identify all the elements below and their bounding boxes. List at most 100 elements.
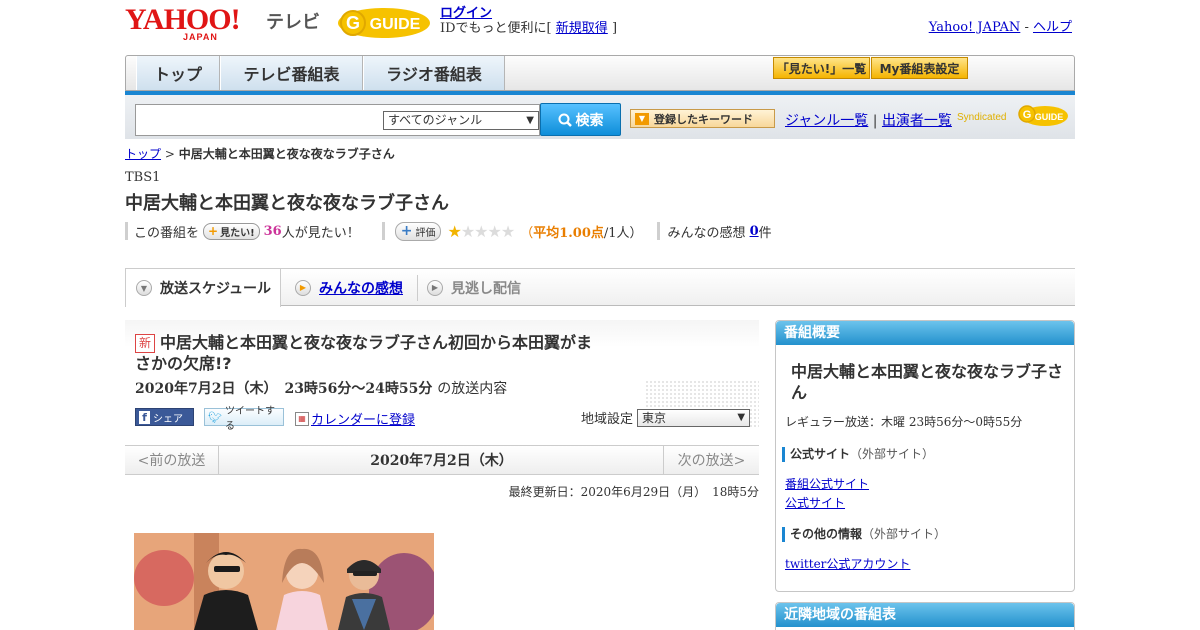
- divider: [125, 222, 128, 240]
- facebook-icon: f: [139, 410, 150, 424]
- main-nav: トップ テレビ番組表 ラジオ番組表 「見たい!」一覧 My番組表設定: [125, 55, 1075, 91]
- next-broadcast-link[interactable]: 次の放送>: [663, 446, 759, 474]
- mitai-prefix: この番組を: [134, 225, 200, 241]
- nearby-schedule-heading: 近隣地域の番組表: [776, 603, 1074, 627]
- mitai-button-label: 見たい!: [220, 227, 255, 239]
- chevron-down-icon: ▼: [635, 112, 649, 125]
- program-info-row: この番組を + 見たい! 36 人が見たい！ + 評価 ★★★★★ （平均1.00点…: [125, 220, 1075, 242]
- tweet-button[interactable]: 🐦︎ ツイートする: [204, 406, 284, 432]
- add-to-calendar-link[interactable]: ▦ カレンダーに登録: [295, 409, 415, 428]
- genre-list-link[interactable]: ジャンル一覧: [785, 113, 868, 129]
- divider: [656, 222, 660, 240]
- regular-broadcast-info: レギュラー放送：木曜 23時56分～0時55分: [785, 415, 1023, 429]
- play-circle-icon: ▶: [427, 279, 443, 296]
- star-icon: ★: [460, 221, 475, 241]
- episode-photo: [134, 533, 434, 630]
- program-official-site-link[interactable]: 番組公式サイト: [785, 475, 869, 492]
- current-broadcast-date: 2020年7月2日（木）: [370, 453, 513, 469]
- twitter-official-account-link[interactable]: twitter公式アカウント: [785, 555, 910, 572]
- review-suffix: 件: [758, 225, 772, 241]
- channel-name: TBS1: [125, 170, 161, 185]
- plus-icon: +: [400, 223, 413, 239]
- tv-label: テレビ: [266, 12, 320, 33]
- register-link[interactable]: 新規取得: [556, 21, 608, 36]
- help-link[interactable]: ヘルプ: [1033, 20, 1072, 35]
- region-label: 地域設定: [581, 412, 634, 427]
- mitai-count: 36: [263, 223, 282, 239]
- mitai-button[interactable]: + 見たい!: [203, 222, 260, 240]
- official-site-link[interactable]: 公式サイト: [785, 494, 845, 511]
- syndicated-logo-text: GUIDE: [1035, 112, 1064, 122]
- search-button-label: 検索: [575, 112, 604, 129]
- mitai-suffix: 人が見たい！: [281, 225, 360, 241]
- review-prefix: みんなの感想: [667, 225, 746, 241]
- region-select-value: 東京: [642, 410, 667, 425]
- breadcrumb-current: 中居大輔と本田翼と夜な夜なラブ子さん: [178, 147, 395, 161]
- star-icon: ★: [500, 221, 515, 241]
- search-links: ジャンル一覧 | 出演者一覧: [785, 110, 952, 130]
- g-guide-logo[interactable]: G GUIDE: [335, 5, 433, 41]
- yahoo-logo-sub: JAPAN: [183, 32, 218, 42]
- official-site-heading-label: 公式サイト: [790, 447, 851, 461]
- search-bar: すべてのジャンル ▼ 検索 ▼ 登録したキーワード ジャンル一覧 | 出演者一覧…: [125, 95, 1075, 139]
- breadcrumb-top-link[interactable]: トップ: [125, 147, 161, 161]
- episode-datetime: 2020年7月2日（木） 23時56分～24時55分 の放送内容: [135, 378, 507, 398]
- share-row: f シェア 🐦︎ ツイートする ▦ カレンダーに登録 地域設定 東京 ▼: [135, 406, 759, 432]
- tab-reviews[interactable]: ▶ みんなの感想: [295, 269, 403, 306]
- rating-open-paren: （: [520, 225, 534, 241]
- program-overview-box: 番組概要 中居大輔と本田翼と夜な夜なラブ子さん レギュラー放送：木曜 23時56…: [775, 320, 1075, 592]
- rating-count: /1人）: [603, 225, 643, 241]
- search-button[interactable]: 検索: [540, 103, 621, 136]
- review-count-link[interactable]: 0: [750, 224, 759, 239]
- program-overview-heading: 番組概要: [776, 321, 1074, 345]
- divider: [381, 222, 385, 240]
- yahoo-japan-logo[interactable]: YAHOO! JAPAN: [125, 5, 263, 43]
- facebook-share-label: シェア: [153, 413, 183, 425]
- tab-catch-up[interactable]: ▶ 見逃し配信: [427, 269, 521, 306]
- other-info-heading-label: その他の情報: [790, 527, 863, 541]
- episode-title: 中居大輔と本田翼と夜な夜なラブ子さん初回から本田翼がまさかの欠席!?: [135, 333, 593, 373]
- last-updated: 最終更新日：2020年6月29日（月） 18時5分: [508, 485, 759, 499]
- id-text-prefix: IDでもっと便利に[: [440, 21, 552, 36]
- tab-broadcast-schedule[interactable]: ▼ 放送スケジュール: [125, 269, 281, 307]
- prev-broadcast-link[interactable]: <前の放送: [125, 446, 219, 474]
- login-box: ログイン IDでもっと便利に[ 新規取得 ]: [440, 6, 617, 36]
- site-header: YAHOO! JAPAN テレビ G GUIDE ログイン IDでもっと便利に[…: [125, 0, 1075, 50]
- performer-list-link[interactable]: 出演者一覧: [882, 113, 952, 129]
- tab-top[interactable]: トップ: [136, 56, 220, 90]
- saved-keywords-label: 登録したキーワード: [654, 112, 753, 126]
- rating-button[interactable]: + 評価: [394, 221, 442, 241]
- region-select[interactable]: 東京 ▼: [637, 408, 751, 427]
- yahoo-japan-link[interactable]: Yahoo! JAPAN: [929, 20, 1021, 35]
- search-links-separator: |: [872, 113, 878, 129]
- twitter-bird-icon: 🐦︎: [208, 410, 222, 424]
- tab-radio-schedule[interactable]: ラジオ番組表: [363, 56, 505, 90]
- star-icon: ★: [447, 221, 461, 241]
- rating-stars: ★★★★★: [447, 221, 515, 241]
- saved-keywords-button[interactable]: ▼ 登録したキーワード: [630, 109, 775, 128]
- syndicated-g-guide-logo: Syndicated G GUIDE: [957, 105, 1068, 126]
- sidebar-program-title: 中居大輔と本田翼と夜な夜なラブ子さん: [791, 362, 1064, 402]
- episode-datetime-suffix: の放送内容: [437, 381, 508, 397]
- svg-text:G: G: [346, 13, 360, 33]
- star-icon: ★: [487, 221, 502, 241]
- official-site-heading: 公式サイト（外部サイト）: [782, 447, 934, 462]
- breadcrumb-separator: >: [161, 147, 179, 161]
- other-info-note: （外部サイト）: [862, 527, 947, 541]
- login-link[interactable]: ログイン: [440, 6, 492, 21]
- chevron-down-icon: ▼: [737, 411, 746, 423]
- star-icon: ★: [474, 221, 488, 241]
- episode-title-block: 新中居大輔と本田翼と夜な夜なラブ子さん初回から本田翼がまさかの欠席!?: [135, 332, 595, 374]
- add-to-calendar-label: カレンダーに登録: [311, 413, 416, 428]
- mitai-list-button[interactable]: 「見たい!」一覧: [773, 57, 870, 79]
- plus-icon: +: [208, 224, 219, 238]
- tab-tv-schedule[interactable]: テレビ番組表: [220, 56, 363, 90]
- facebook-share-button[interactable]: f シェア: [135, 408, 194, 426]
- region-setting: 地域設定 東京 ▼: [581, 408, 751, 427]
- episode-photo-illustration: [134, 533, 434, 630]
- my-schedule-settings-button[interactable]: My番組表設定: [871, 57, 968, 79]
- chevron-down-icon: ▼: [526, 115, 534, 126]
- tab-reviews-label: みんなの感想: [319, 280, 403, 297]
- genre-select[interactable]: すべてのジャンル ▼: [383, 111, 539, 130]
- calendar-icon: ▦: [295, 411, 309, 426]
